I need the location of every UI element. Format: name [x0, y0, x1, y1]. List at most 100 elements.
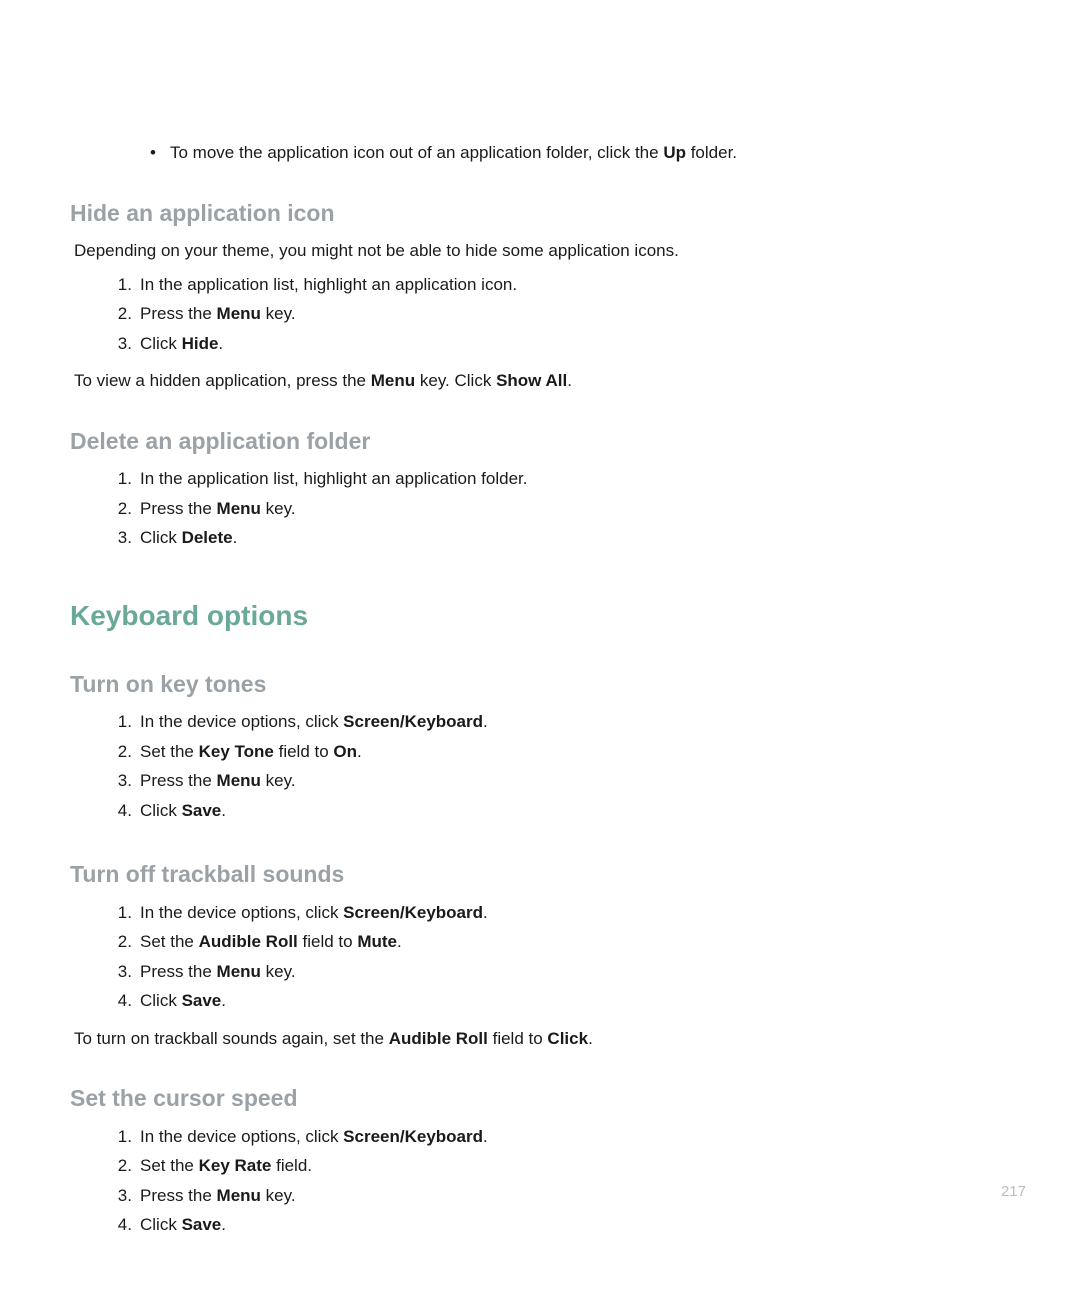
bold-text: On: [333, 742, 357, 761]
text: In the application list, highlight an ap…: [140, 275, 517, 294]
text: .: [588, 1029, 593, 1048]
text: In the device options, click: [140, 903, 343, 922]
text: key.: [261, 771, 296, 790]
text: .: [221, 991, 226, 1010]
bold-text: Screen/Keyboard: [343, 712, 483, 731]
heading-keyboard-options: Keyboard options: [70, 595, 1010, 637]
step-item: Set the Key Rate field.: [120, 1153, 1010, 1183]
intro-bullet-list: To move the application icon out of an a…: [70, 140, 1010, 166]
steps-list: In the device options, click Screen/Keyb…: [70, 709, 1010, 827]
bold-text: Menu: [217, 771, 261, 790]
paragraph: To view a hidden application, press the …: [70, 368, 1010, 394]
text: field to: [488, 1029, 548, 1048]
text: .: [397, 932, 402, 951]
step-item: Click Delete.: [120, 525, 1010, 555]
steps-list: In the device options, click Screen/Keyb…: [70, 1124, 1010, 1242]
steps-list: In the application list, highlight an ap…: [70, 272, 1010, 361]
text: .: [221, 1215, 226, 1234]
step-item: In the device options, click Screen/Keyb…: [120, 1124, 1010, 1154]
bold-text: Save: [182, 991, 222, 1010]
steps-list: In the application list, highlight an ap…: [70, 466, 1010, 555]
step-item: Click Save.: [120, 798, 1010, 828]
text: Click: [140, 334, 182, 353]
text: key.: [261, 304, 296, 323]
text: .: [218, 334, 223, 353]
bold-text: Menu: [217, 1186, 261, 1205]
text: .: [483, 903, 488, 922]
text: To view a hidden application, press the: [74, 371, 371, 390]
text: .: [483, 712, 488, 731]
bold-text: Audible Roll: [199, 932, 298, 951]
bold-text: Screen/Keyboard: [343, 903, 483, 922]
heading-turn-off-trackball-sounds: Turn off trackball sounds: [70, 857, 1010, 892]
text: Set the: [140, 932, 199, 951]
text: Click: [140, 1215, 182, 1234]
document-page: To move the application icon out of an a…: [0, 0, 1080, 1242]
step-item: In the application list, highlight an ap…: [120, 466, 1010, 496]
text: To turn on trackball sounds again, set t…: [74, 1029, 389, 1048]
text: To move the application icon out of an a…: [170, 143, 663, 162]
bold-text: Delete: [182, 528, 233, 547]
text: key. Click: [415, 371, 496, 390]
step-item: Click Save.: [120, 988, 1010, 1018]
page-number: 217: [1001, 1183, 1026, 1200]
step-item: Set the Audible Roll field to Mute.: [120, 929, 1010, 959]
step-item: In the application list, highlight an ap…: [120, 272, 1010, 302]
bold-text: Menu: [371, 371, 415, 390]
bold-text: Key Tone: [199, 742, 274, 761]
text: .: [483, 1127, 488, 1146]
bold-text: Audible Roll: [389, 1029, 488, 1048]
text: .: [567, 371, 572, 390]
text: Set the: [140, 742, 199, 761]
text: Press the: [140, 1186, 217, 1205]
bold-text: Menu: [217, 499, 261, 518]
text: In the application list, highlight an ap…: [140, 469, 527, 488]
text: Click: [140, 991, 182, 1010]
step-item: Press the Menu key.: [120, 768, 1010, 798]
text: Press the: [140, 499, 217, 518]
steps-list: In the device options, click Screen/Keyb…: [70, 900, 1010, 1018]
text: Click: [140, 801, 182, 820]
text: folder.: [686, 143, 737, 162]
text: .: [233, 528, 238, 547]
step-item: Press the Menu key.: [120, 496, 1010, 526]
text: .: [357, 742, 362, 761]
heading-set-cursor-speed: Set the cursor speed: [70, 1081, 1010, 1116]
step-item: Press the Menu key.: [120, 959, 1010, 989]
text: key.: [261, 1186, 296, 1205]
bold-text: Click: [547, 1029, 588, 1048]
step-item: Press the Menu key.: [120, 301, 1010, 331]
text: In the device options, click: [140, 712, 343, 731]
step-item: Click Hide.: [120, 331, 1010, 361]
bold-text: Menu: [217, 304, 261, 323]
bold-text: Menu: [217, 962, 261, 981]
text: key.: [261, 962, 296, 981]
bold-text: Save: [182, 801, 222, 820]
heading-turn-on-key-tones: Turn on key tones: [70, 667, 1010, 702]
step-item: In the device options, click Screen/Keyb…: [120, 900, 1010, 930]
step-item: Press the Menu key.: [120, 1183, 1010, 1213]
bold-text: Hide: [182, 334, 219, 353]
text: field.: [271, 1156, 312, 1175]
text: field to: [298, 932, 358, 951]
step-item: In the device options, click Screen/Keyb…: [120, 709, 1010, 739]
step-item: Click Save.: [120, 1212, 1010, 1242]
bold-text: Mute: [357, 932, 397, 951]
bold-text: Key Rate: [199, 1156, 272, 1175]
bold-text: Show All: [496, 371, 567, 390]
text: field to: [274, 742, 334, 761]
bold-text: Up: [663, 143, 686, 162]
intro-bullet-item: To move the application icon out of an a…: [150, 140, 1010, 166]
text: Set the: [140, 1156, 199, 1175]
text: Press the: [140, 304, 217, 323]
text: .: [221, 801, 226, 820]
text: In the device options, click: [140, 1127, 343, 1146]
text: Press the: [140, 962, 217, 981]
bold-text: Save: [182, 1215, 222, 1234]
text: Click: [140, 528, 182, 547]
text: key.: [261, 499, 296, 518]
heading-hide-app-icon: Hide an application icon: [70, 196, 1010, 231]
paragraph: To turn on trackball sounds again, set t…: [70, 1026, 1010, 1052]
step-item: Set the Key Tone field to On.: [120, 739, 1010, 769]
bold-text: Screen/Keyboard: [343, 1127, 483, 1146]
